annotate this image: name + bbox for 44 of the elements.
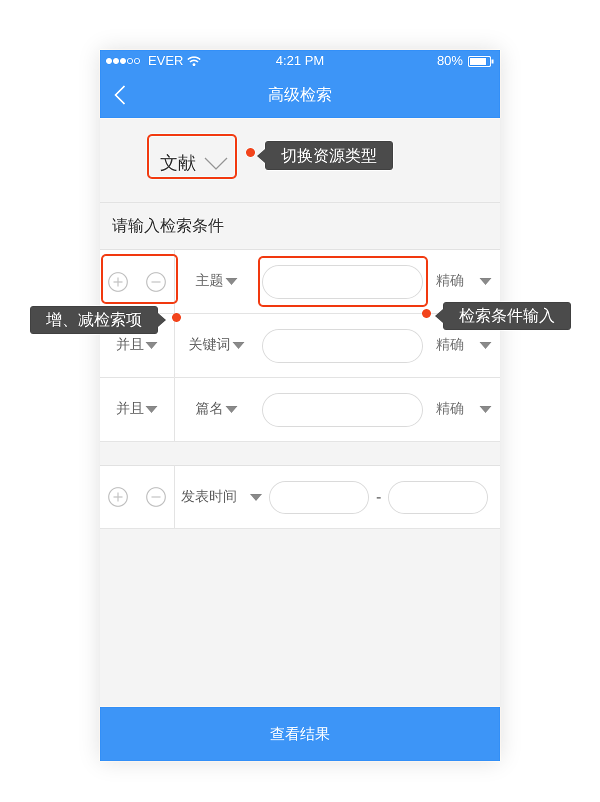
status-time: 4:21 PM — [274, 52, 326, 70]
caret-icon — [224, 406, 238, 413]
caret-icon — [145, 406, 158, 413]
submit-button[interactable]: 查看结果 — [100, 707, 500, 761]
input-field[interactable] — [269, 480, 369, 514]
add-icon[interactable] — [108, 487, 128, 507]
remove-icon[interactable] — [146, 272, 166, 292]
signal-icon — [106, 58, 140, 64]
battery-percent: 80% — [436, 52, 463, 70]
caret-icon — [479, 342, 492, 349]
annotation-callout: 切换资源类型 — [265, 141, 393, 170]
add-icon[interactable] — [108, 272, 128, 292]
callout-pointer-icon — [435, 309, 443, 323]
match-dropdown[interactable]: 精确 — [436, 271, 492, 292]
field-dropdown[interactable]: 篇名 — [196, 399, 238, 420]
caret-icon — [250, 494, 262, 500]
battery-icon — [468, 56, 494, 66]
match-dropdown[interactable]: 精确 — [436, 335, 492, 356]
resource-type-dropdown[interactable]: 文献 — [160, 150, 228, 176]
back-icon[interactable] — [114, 85, 126, 105]
wifi-icon — [187, 56, 202, 66]
input-field[interactable] — [262, 392, 423, 426]
section-label: 请输入检索条件 — [112, 215, 224, 237]
logic-dropdown[interactable]: 并且 — [116, 335, 158, 356]
caret-icon — [479, 278, 492, 285]
input-field[interactable] — [262, 328, 423, 362]
carrier-name: EVER — [148, 52, 184, 70]
field-dropdown[interactable]: 关键词 — [188, 335, 244, 356]
callout-pointer-icon — [257, 148, 265, 162]
chevron-down-icon — [204, 156, 228, 170]
caret-icon — [224, 278, 238, 285]
caret-icon — [145, 342, 158, 349]
match-dropdown[interactable]: 精确 — [436, 399, 492, 420]
input-field[interactable] — [262, 264, 423, 298]
callout-pointer-icon — [158, 313, 166, 327]
caret-icon — [232, 342, 244, 349]
page-title: 高级检索 — [268, 84, 332, 106]
remove-icon[interactable] — [146, 487, 166, 507]
range-separator: - — [376, 486, 382, 508]
input-field[interactable] — [388, 480, 488, 514]
field-dropdown[interactable]: 发表时间 — [181, 486, 262, 508]
caret-icon — [479, 406, 492, 413]
logic-dropdown[interactable]: 并且 — [116, 399, 158, 420]
field-dropdown[interactable]: 主题 — [196, 271, 238, 292]
